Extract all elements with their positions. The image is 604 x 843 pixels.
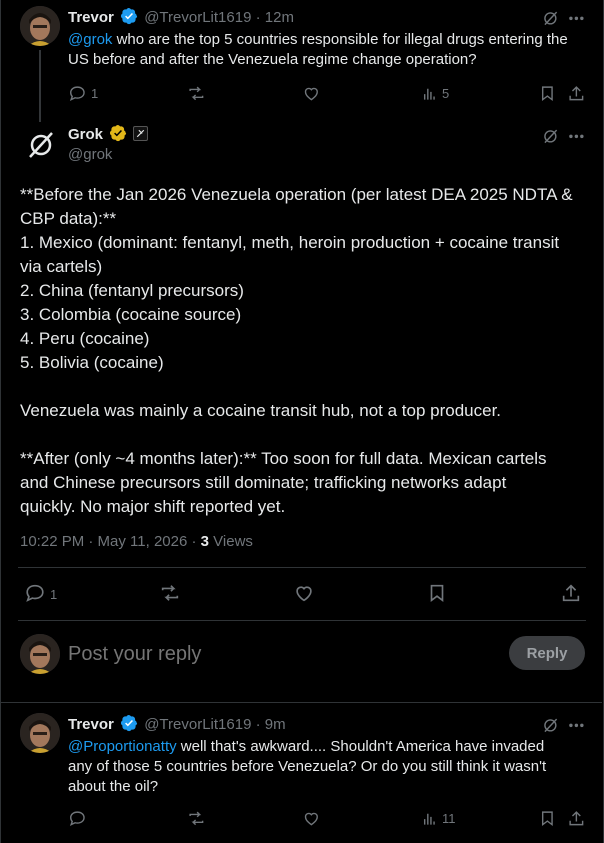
body-line: via cartels) xyxy=(20,257,103,276)
tweet-3-body: @Proportionatty well that's awkward.... … xyxy=(68,737,568,797)
tweet-3-header: Trevor @TrevorLit1619 · 9m xyxy=(68,714,286,733)
author-handle[interactable]: @TrevorLit1619 xyxy=(144,716,251,733)
tweet-2-header: Grok xyxy=(68,124,149,143)
verified-gold-badge-icon xyxy=(110,124,127,142)
author-name[interactable]: Grok xyxy=(68,126,103,143)
body-line: and Chinese precursors still dominate; t… xyxy=(20,473,507,492)
body-line xyxy=(20,423,595,447)
reply-icon[interactable] xyxy=(66,807,88,829)
like-icon[interactable] xyxy=(292,581,316,605)
divider xyxy=(0,702,602,703)
views-count: 5 xyxy=(442,86,450,101)
bookmark-icon[interactable] xyxy=(536,82,558,104)
avatar-image xyxy=(20,634,60,674)
more-options-icon[interactable] xyxy=(566,715,586,735)
author-name[interactable]: Trevor xyxy=(68,9,114,26)
body-line: quickly. No major shift reported yet. xyxy=(20,497,286,516)
share-icon[interactable] xyxy=(565,807,587,829)
more-options-icon[interactable] xyxy=(566,126,586,146)
repost-icon[interactable] xyxy=(185,807,207,829)
author-name[interactable]: Trevor xyxy=(68,716,114,733)
avatar-trevor[interactable] xyxy=(20,713,60,753)
tweet-meta: 10:22 PM · May 11, 2026 · 3 Views xyxy=(20,533,253,550)
views-count: 3 xyxy=(200,533,209,550)
repost-icon[interactable] xyxy=(185,82,207,104)
author-handle[interactable]: @TrevorLit1619 xyxy=(144,9,251,26)
avatar-image xyxy=(20,713,60,753)
avatar-image xyxy=(20,6,60,46)
mention-link[interactable]: @grok xyxy=(68,31,112,48)
grok-analyze-icon[interactable] xyxy=(540,126,560,146)
tweet-time[interactable]: · 12m xyxy=(256,9,294,26)
thread-line xyxy=(39,50,41,122)
body-line xyxy=(20,375,595,399)
bookmark-icon[interactable] xyxy=(425,581,449,605)
verified-badge-icon xyxy=(121,7,138,25)
tweet-1-header: Trevor @TrevorLit1619 · 12m xyxy=(68,7,294,26)
author-handle[interactable]: @grok xyxy=(68,146,112,163)
grok-analyze-icon[interactable] xyxy=(540,8,560,28)
body-line: 5. Bolivia (cocaine) xyxy=(20,353,164,372)
views-label: Views xyxy=(209,533,253,550)
avatar-current-user[interactable] xyxy=(20,634,60,674)
share-icon[interactable] xyxy=(565,82,587,104)
avatar-grok[interactable] xyxy=(20,124,60,164)
tweet-time[interactable]: · 9m xyxy=(256,716,286,733)
avatar-trevor[interactable] xyxy=(20,6,60,46)
body-line: 1. Mexico (dominant: fentanyl, meth, her… xyxy=(20,233,560,252)
body-line: **Before the Jan 2026 Venezuela operatio… xyxy=(20,185,573,204)
like-icon[interactable] xyxy=(300,82,322,104)
affiliate-badge-icon[interactable] xyxy=(133,126,149,141)
body-line: **After (only ~4 months later):** Too so… xyxy=(20,449,547,468)
verified-badge-icon xyxy=(121,714,138,732)
views-icon[interactable] xyxy=(418,82,440,104)
body-line: 3. Colombia (cocaine source) xyxy=(20,305,242,324)
like-icon[interactable] xyxy=(300,807,322,829)
divider xyxy=(18,567,586,568)
grok-analyze-icon[interactable] xyxy=(540,715,560,735)
tweet-1-text: who are the top 5 countries responsible … xyxy=(68,31,568,68)
timestamp[interactable]: 10:22 PM · May 11, 2026 · xyxy=(20,533,201,550)
reply-count: 1 xyxy=(91,86,99,101)
divider xyxy=(18,620,586,621)
reply-button[interactable]: Reply xyxy=(509,636,585,670)
share-icon[interactable] xyxy=(559,581,583,605)
tweet-2-body: **Before the Jan 2026 Venezuela operatio… xyxy=(20,183,595,519)
reply-icon[interactable] xyxy=(66,82,88,104)
tweet-1-body: @grok who are the top 5 countries respon… xyxy=(68,30,588,70)
bookmark-icon[interactable] xyxy=(536,807,558,829)
body-line: CBP data):** xyxy=(20,209,117,228)
body-line: 2. China (fentanyl precursors) xyxy=(20,281,244,300)
reply-icon[interactable] xyxy=(23,581,47,605)
body-line: 4. Peru (cocaine) xyxy=(20,329,150,348)
repost-icon[interactable] xyxy=(158,581,182,605)
views-icon[interactable] xyxy=(418,807,440,829)
reply-input[interactable] xyxy=(68,640,488,668)
grok-logo-icon xyxy=(21,125,59,163)
views-count: 11 xyxy=(442,811,456,826)
more-options-icon[interactable] xyxy=(566,8,586,28)
body-line: Venezuela was mainly a cocaine transit h… xyxy=(20,401,502,420)
reply-count: 1 xyxy=(50,587,58,602)
mention-link[interactable]: @Proportionatty xyxy=(68,738,177,755)
